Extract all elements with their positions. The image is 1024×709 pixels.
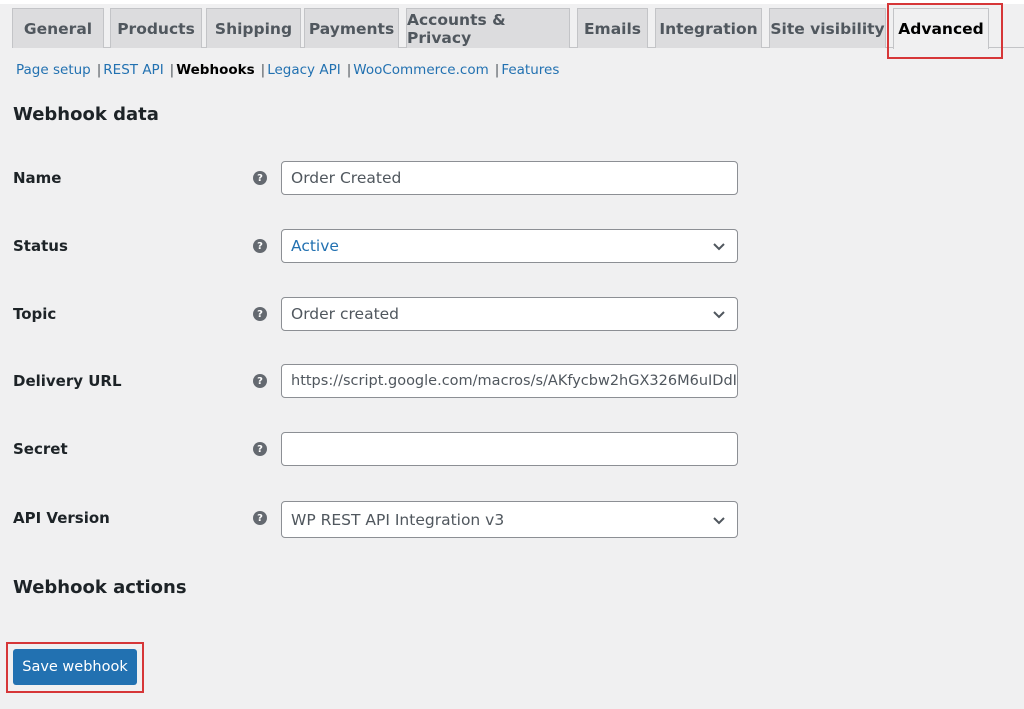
subnav-separator: | [96, 62, 102, 78]
tab-payments[interactable]: Payments [304, 8, 399, 48]
top-band [0, 0, 1024, 4]
subnav-separator: | [346, 62, 352, 78]
help-icon[interactable]: ? [253, 374, 267, 388]
delivery-url-label: Delivery URL [13, 372, 122, 390]
chevron-down-icon [713, 311, 725, 319]
webhook-actions-heading: Webhook actions [13, 577, 187, 598]
tab-advanced[interactable]: Advanced [893, 8, 989, 49]
tab-emails[interactable]: Emails [577, 8, 648, 48]
subnav-rest-api[interactable]: REST API [103, 62, 163, 78]
subnav-separator: | [260, 62, 266, 78]
chevron-down-icon [713, 517, 725, 525]
api-version-select[interactable]: WP REST API Integration v3 [281, 501, 738, 538]
topic-label: Topic [13, 305, 57, 323]
name-input[interactable]: Order Created [281, 161, 738, 195]
webhook-data-heading: Webhook data [13, 104, 159, 125]
status-select[interactable]: Active [281, 229, 738, 263]
help-icon[interactable]: ? [253, 171, 267, 185]
tab-shipping[interactable]: Shipping [206, 8, 301, 48]
topic-select-value: Order created [291, 305, 400, 323]
api-version-label: API Version [13, 509, 110, 527]
subnav-page-setup[interactable]: Page setup [16, 62, 91, 78]
section-subnav: Page setup | REST API | Webhooks | Legacy API |… [16, 62, 559, 78]
subnav-separator: | [169, 62, 175, 78]
tab-general[interactable]: General [12, 8, 104, 48]
help-icon[interactable]: ? [253, 239, 267, 253]
subnav-separator: | [494, 62, 500, 78]
help-icon[interactable]: ? [253, 511, 267, 525]
status-label: Status [13, 237, 68, 255]
chevron-down-icon [713, 243, 725, 251]
secret-input[interactable] [281, 432, 738, 466]
tab-site-visibility[interactable]: Site visibility [769, 8, 886, 48]
subnav-legacy-api[interactable]: Legacy API [267, 62, 341, 78]
subnav-woocommerce-com[interactable]: WooCommerce.com [353, 62, 488, 78]
status-select-value: Active [291, 237, 339, 255]
secret-label: Secret [13, 440, 68, 458]
tab-integration[interactable]: Integration [655, 8, 762, 48]
api-version-select-value: WP REST API Integration v3 [291, 510, 505, 529]
save-webhook-button[interactable]: Save webhook [13, 649, 137, 685]
subnav-features[interactable]: Features [501, 62, 559, 78]
settings-tabs: General Products Shipping Payments Accou… [12, 8, 1024, 49]
help-icon[interactable]: ? [253, 442, 267, 456]
tab-accounts-privacy[interactable]: Accounts & Privacy [406, 8, 570, 48]
delivery-url-input[interactable]: https://script.google.com/macros/s/AKfyc… [281, 364, 738, 398]
topic-select[interactable]: Order created [281, 297, 738, 331]
subnav-webhooks[interactable]: Webhooks [176, 62, 254, 78]
name-label: Name [13, 169, 62, 187]
tab-products[interactable]: Products [110, 8, 202, 48]
help-icon[interactable]: ? [253, 307, 267, 321]
